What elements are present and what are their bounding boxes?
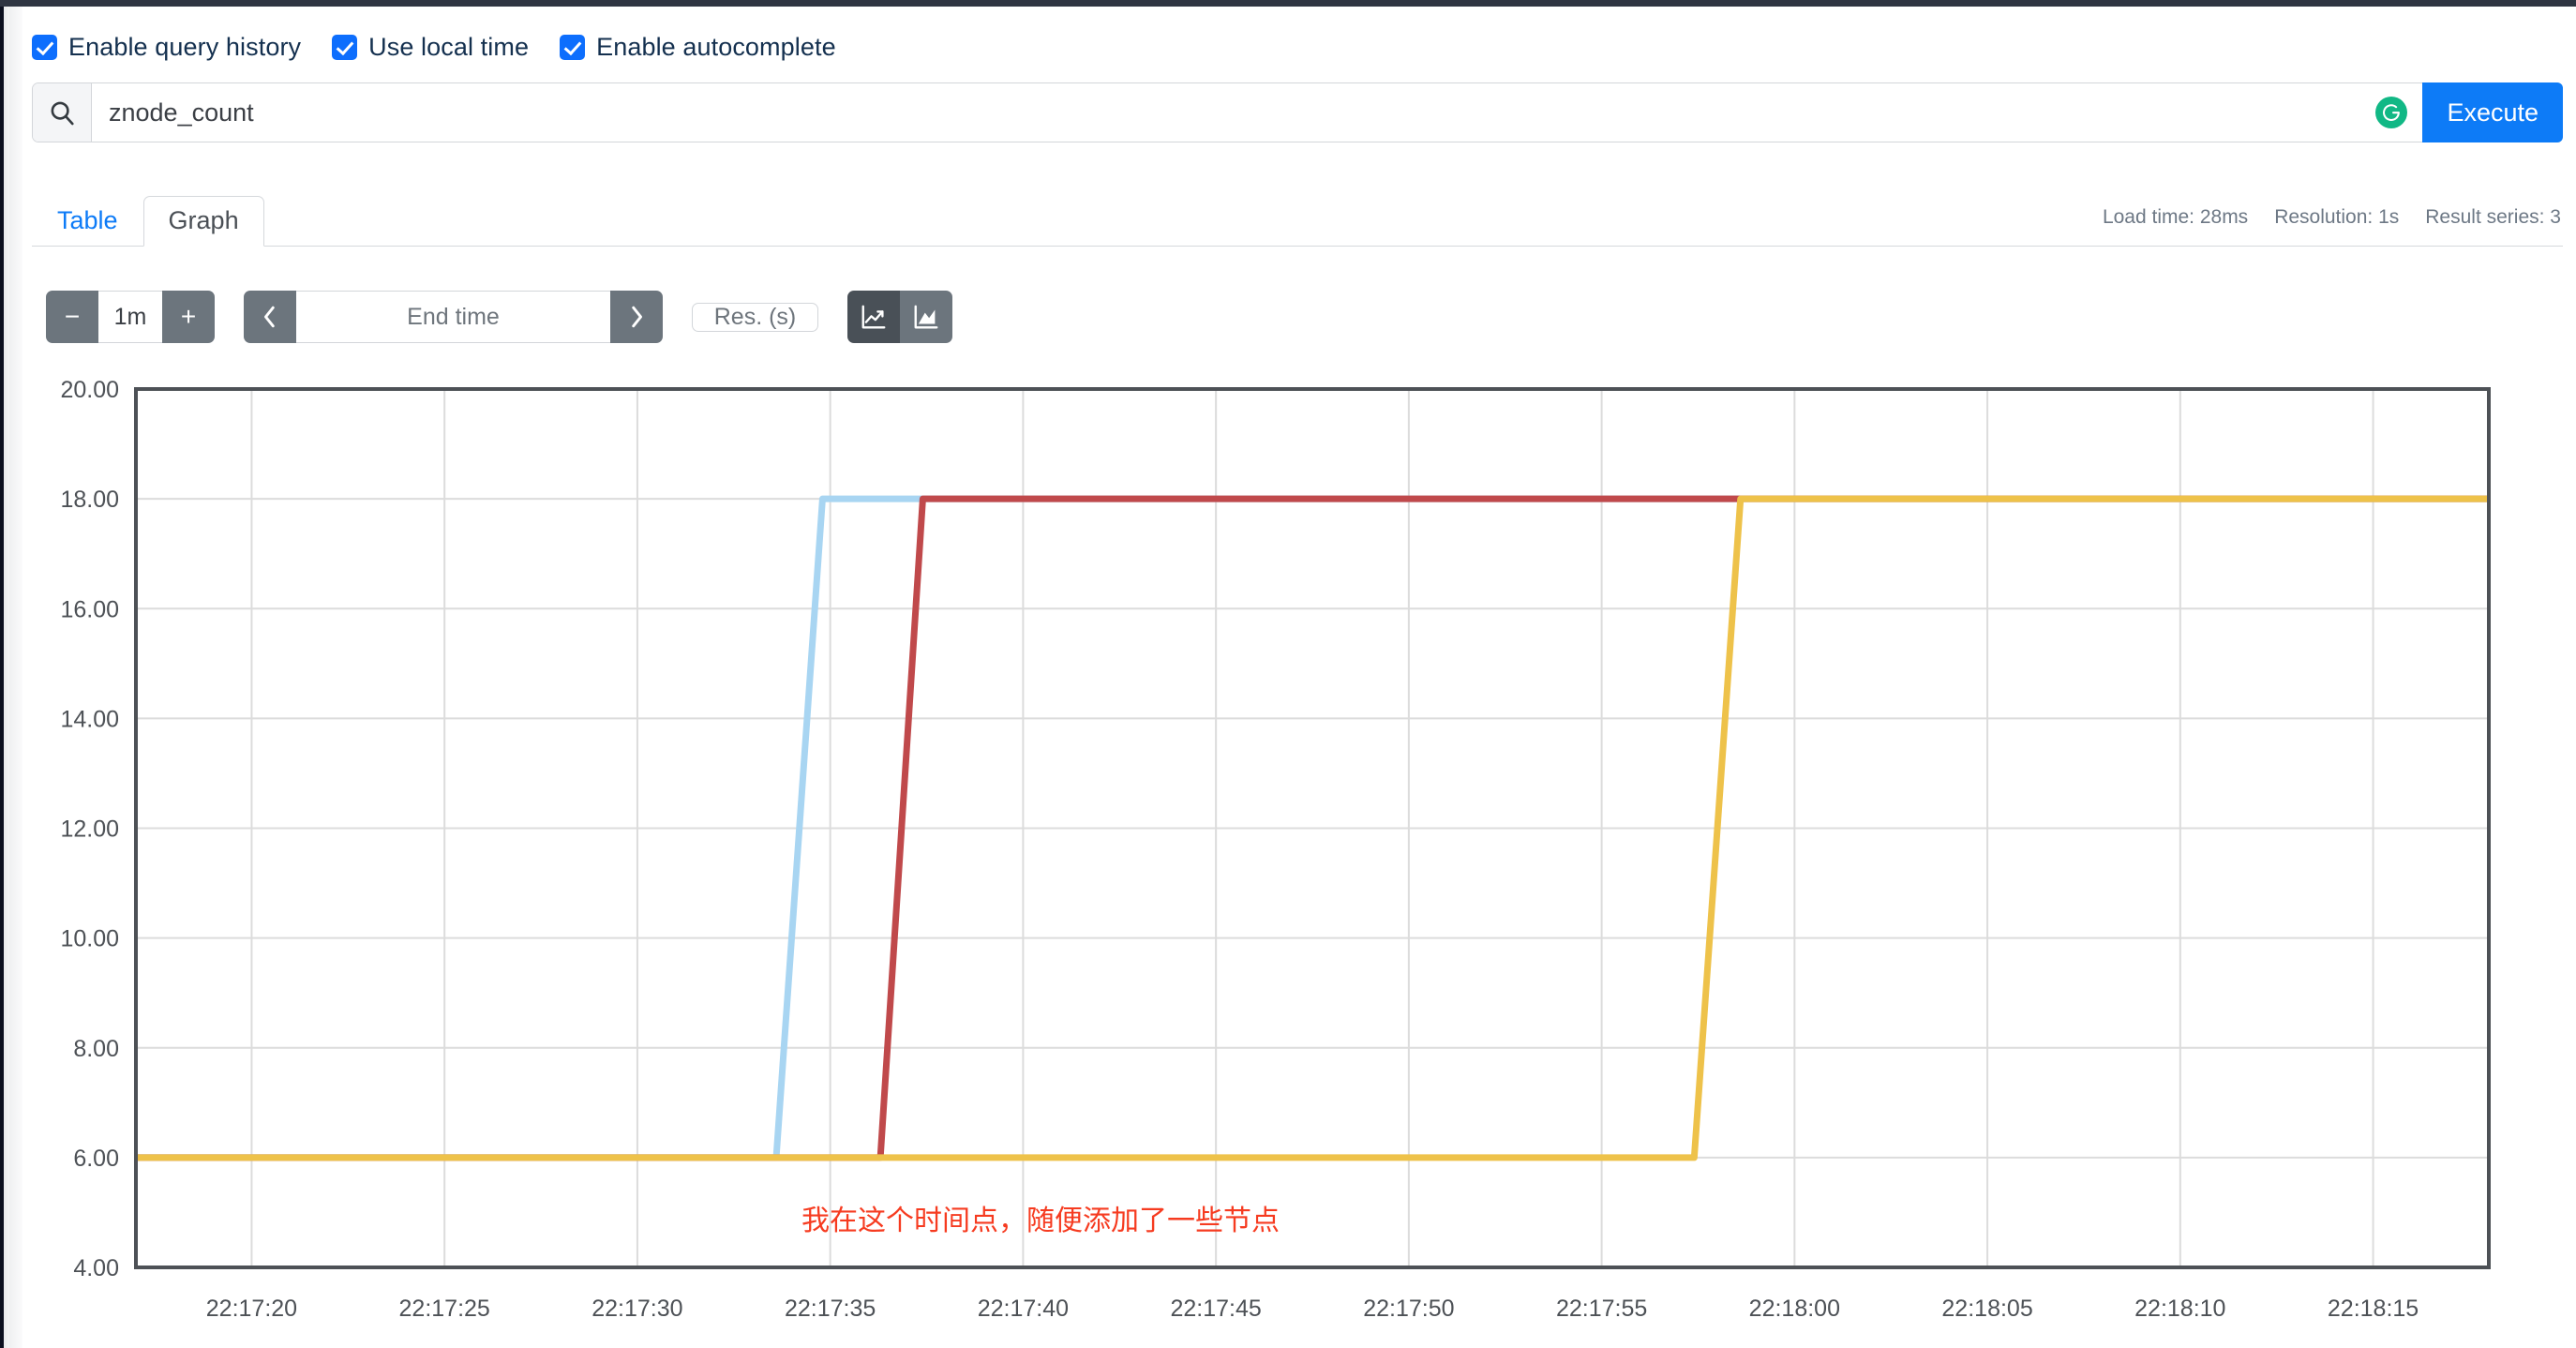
window-chrome-strip bbox=[0, 0, 9, 1348]
svg-text:22:17:50: 22:17:50 bbox=[1363, 1296, 1454, 1322]
svg-text:22:18:05: 22:18:05 bbox=[1941, 1296, 2032, 1322]
load-time-text: Load time: 28ms bbox=[2102, 206, 2249, 228]
end-time-group bbox=[244, 291, 663, 343]
svg-text:16.00: 16.00 bbox=[60, 596, 119, 622]
tab-table[interactable]: Table bbox=[32, 196, 143, 247]
tabs-divider bbox=[32, 246, 2563, 247]
grammarly-icon[interactable] bbox=[2375, 97, 2408, 128]
svg-text:22:17:25: 22:17:25 bbox=[399, 1296, 490, 1322]
svg-text:22:17:20: 22:17:20 bbox=[206, 1296, 297, 1322]
previous-time-button[interactable] bbox=[244, 291, 296, 343]
query-input[interactable] bbox=[92, 83, 2376, 142]
svg-text:8.00: 8.00 bbox=[73, 1036, 119, 1062]
resolution-text: Resolution: 1s bbox=[2274, 206, 2400, 228]
svg-text:22:17:30: 22:17:30 bbox=[592, 1296, 682, 1322]
checkbox-checked-icon[interactable] bbox=[32, 35, 57, 60]
checkbox-checked-icon[interactable] bbox=[332, 35, 358, 60]
chart-annotations: 我在这个时间点，随便添加了一些节点 bbox=[801, 1206, 1280, 1236]
stacked-chart-icon[interactable] bbox=[900, 291, 952, 343]
y-axis-tick-labels: 20.00 18.00 16.00 14.00 12.00 10.00 8.00 6.00 4.… bbox=[60, 377, 119, 1281]
prometheus-graph-page: Enable query history Use local time Enab… bbox=[0, 0, 2576, 1348]
end-time-input[interactable] bbox=[296, 291, 610, 343]
svg-text:22:18:10: 22:18:10 bbox=[2134, 1296, 2225, 1322]
result-tabs: Table Graph bbox=[32, 194, 264, 247]
svg-text:22:18:15: 22:18:15 bbox=[2328, 1296, 2419, 1322]
graph-plot-area[interactable]: 20.00 18.00 16.00 14.00 12.00 10.00 8.00 6.00 4.… bbox=[22, 363, 2576, 1322]
page-scrollbar[interactable] bbox=[9, 0, 23, 1348]
navbar-strip bbox=[0, 0, 2576, 7]
range-input-group: − + bbox=[46, 291, 215, 343]
line-chart-icon[interactable] bbox=[847, 291, 900, 343]
svg-text:12.00: 12.00 bbox=[60, 816, 119, 843]
decrease-range-button[interactable]: − bbox=[46, 291, 98, 343]
svg-text:22:17:45: 22:17:45 bbox=[1170, 1296, 1261, 1322]
next-time-button[interactable] bbox=[610, 291, 663, 343]
svg-text:6.00: 6.00 bbox=[73, 1146, 119, 1172]
svg-text:10.00: 10.00 bbox=[60, 926, 119, 952]
option-label: Use local time bbox=[368, 33, 530, 61]
tab-graph[interactable]: Graph bbox=[142, 196, 264, 247]
query-stats: Load time: 28ms Resolution: 1s Result se… bbox=[2103, 206, 2561, 229]
search-icon bbox=[33, 83, 92, 142]
svg-text:20.00: 20.00 bbox=[60, 377, 119, 403]
svg-text:22:18:00: 22:18:00 bbox=[1749, 1296, 1840, 1322]
svg-text:我在这个时间点，随便添加了一些节点: 我在这个时间点，随便添加了一些节点 bbox=[801, 1206, 1280, 1236]
chart-type-group bbox=[847, 291, 952, 343]
checkbox-checked-icon[interactable] bbox=[560, 35, 586, 60]
option-enable-autocomplete[interactable]: Enable autocomplete bbox=[560, 33, 836, 62]
svg-text:14.00: 14.00 bbox=[60, 706, 119, 732]
range-input[interactable] bbox=[98, 291, 162, 343]
svg-text:22:17:40: 22:17:40 bbox=[978, 1296, 1069, 1322]
option-use-local-time[interactable]: Use local time bbox=[332, 33, 529, 62]
query-bar: Execute bbox=[32, 82, 2563, 142]
svg-text:22:17:55: 22:17:55 bbox=[1556, 1296, 1647, 1322]
chart-gridlines bbox=[136, 389, 2489, 1267]
svg-text:18.00: 18.00 bbox=[60, 487, 119, 513]
option-label: Enable autocomplete bbox=[596, 33, 836, 61]
main-content: Enable query history Use local time Enab… bbox=[22, 7, 2576, 1348]
x-axis-tick-labels: 22:17:20 22:17:25 22:17:30 22:17:35 22:17:40… bbox=[206, 1296, 2419, 1322]
query-options-row: Enable query history Use local time Enab… bbox=[32, 33, 836, 62]
result-tabs-wrapper: Table Graph Load time: 28ms Resolution: … bbox=[32, 194, 2563, 247]
result-series-text: Result series: 3 bbox=[2425, 206, 2561, 228]
svg-text:4.00: 4.00 bbox=[73, 1255, 119, 1281]
option-enable-query-history[interactable]: Enable query history bbox=[32, 33, 301, 62]
execute-button[interactable]: Execute bbox=[2422, 82, 2563, 142]
svg-text:22:17:35: 22:17:35 bbox=[785, 1296, 876, 1322]
graph-controls-toolbar: − + bbox=[46, 291, 952, 343]
option-label: Enable query history bbox=[68, 33, 302, 61]
graph-svg[interactable]: 20.00 18.00 16.00 14.00 12.00 10.00 8.00 6.00 4.… bbox=[22, 363, 2576, 1338]
resolution-input[interactable] bbox=[692, 302, 818, 332]
increase-range-button[interactable]: + bbox=[162, 291, 215, 343]
